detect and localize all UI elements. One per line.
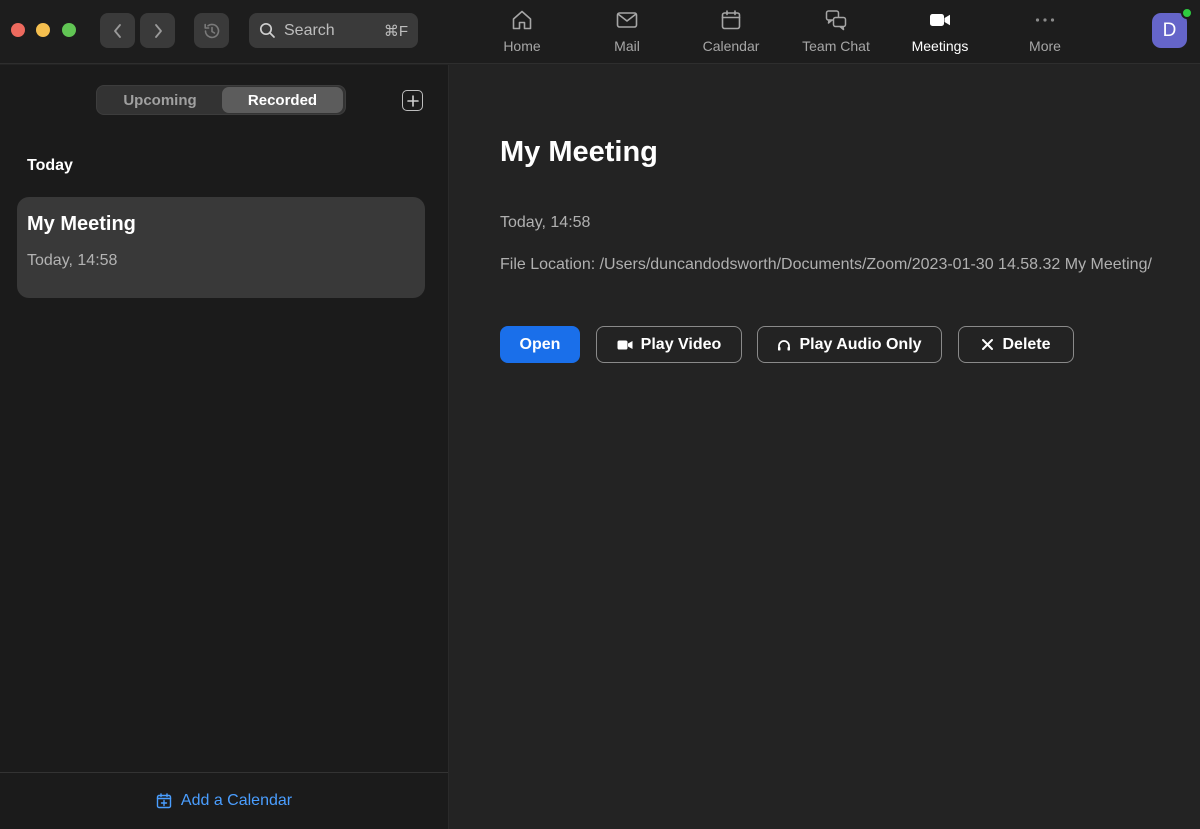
add-calendar-label: Add a Calendar — [180, 792, 293, 809]
tab-more[interactable]: More — [993, 8, 1097, 58]
calendar-icon — [721, 10, 741, 30]
history-button[interactable] — [194, 13, 229, 48]
avatar-initial: D — [1162, 19, 1177, 41]
play-video-label: Play Video — [640, 335, 722, 353]
tab-home[interactable]: Home — [470, 8, 574, 58]
close-window-button[interactable] — [11, 23, 25, 37]
recordings-sidebar: Upcoming Recorded Today My Meeting Today… — [0, 65, 449, 829]
video-camera-icon — [930, 14, 950, 26]
mail-icon — [616, 12, 638, 28]
tab-team-chat-label: Team Chat — [802, 38, 870, 54]
chevron-right-icon — [154, 23, 162, 38]
play-audio-only-label: Play Audio Only — [799, 335, 922, 353]
tab-calendar[interactable]: Calendar — [679, 8, 783, 58]
tab-team-chat[interactable]: Team Chat — [784, 8, 888, 58]
segment-recorded[interactable]: Recorded — [222, 87, 343, 113]
recording-title: My Meeting — [27, 213, 136, 235]
search-placeholder: Search — [284, 21, 335, 39]
home-icon — [512, 10, 532, 30]
recording-time: Today, 14:58 — [27, 252, 118, 269]
close-icon — [982, 339, 994, 350]
recording-detail-panel: My Meeting Today, 14:58 File Location: /… — [450, 65, 1200, 829]
minimize-window-button[interactable] — [36, 23, 50, 37]
recording-list-item[interactable]: My Meeting Today, 14:58 — [17, 197, 425, 298]
play-video-button[interactable]: Play Video — [596, 326, 742, 363]
section-title-today: Today — [27, 157, 73, 174]
chat-icon — [825, 10, 847, 31]
top-bar: Search ⌘F Home Mail Calendar Team Chat M… — [0, 0, 1200, 64]
back-button[interactable] — [100, 13, 135, 48]
tab-mail-label: Mail — [614, 38, 640, 54]
segment-upcoming[interactable]: Upcoming — [99, 87, 221, 113]
file-location: File Location: /Users/duncandodsworth/Do… — [500, 256, 1152, 273]
recordings-segmented-control: Upcoming Recorded — [96, 85, 346, 115]
search-shortcut: ⌘F — [383, 22, 408, 40]
plus-icon — [406, 94, 419, 107]
calendar-add-icon — [156, 793, 172, 809]
video-camera-icon — [617, 340, 633, 349]
chevron-left-icon — [113, 23, 121, 38]
tab-calendar-label: Calendar — [702, 38, 760, 54]
open-button[interactable]: Open — [500, 326, 580, 363]
avatar[interactable]: D — [1152, 13, 1187, 48]
tab-home-label: Home — [503, 38, 541, 54]
add-meeting-button[interactable] — [402, 90, 423, 111]
delete-label: Delete — [1002, 335, 1051, 353]
tab-more-label: More — [1029, 38, 1061, 54]
play-audio-only-button[interactable]: Play Audio Only — [757, 326, 942, 363]
presence-status-dot — [1181, 7, 1193, 19]
headphones-icon — [778, 339, 791, 350]
open-label: Open — [519, 335, 561, 353]
tab-meetings-label: Meetings — [911, 38, 969, 54]
tab-mail[interactable]: Mail — [575, 8, 679, 58]
sidebar-footer: Add a Calendar — [0, 772, 448, 829]
zoom-window-button[interactable] — [62, 23, 76, 37]
search-bar[interactable]: Search ⌘F — [249, 13, 418, 48]
search-icon — [259, 22, 275, 38]
add-calendar-link[interactable]: Add a Calendar — [156, 792, 292, 810]
history-clock-icon — [203, 23, 219, 38]
detail-time: Today, 14:58 — [500, 214, 591, 231]
more-dots-icon — [1035, 18, 1055, 22]
delete-button[interactable]: Delete — [958, 326, 1074, 363]
forward-button[interactable] — [140, 13, 175, 48]
tab-meetings[interactable]: Meetings — [888, 8, 992, 58]
detail-title: My Meeting — [500, 136, 658, 168]
